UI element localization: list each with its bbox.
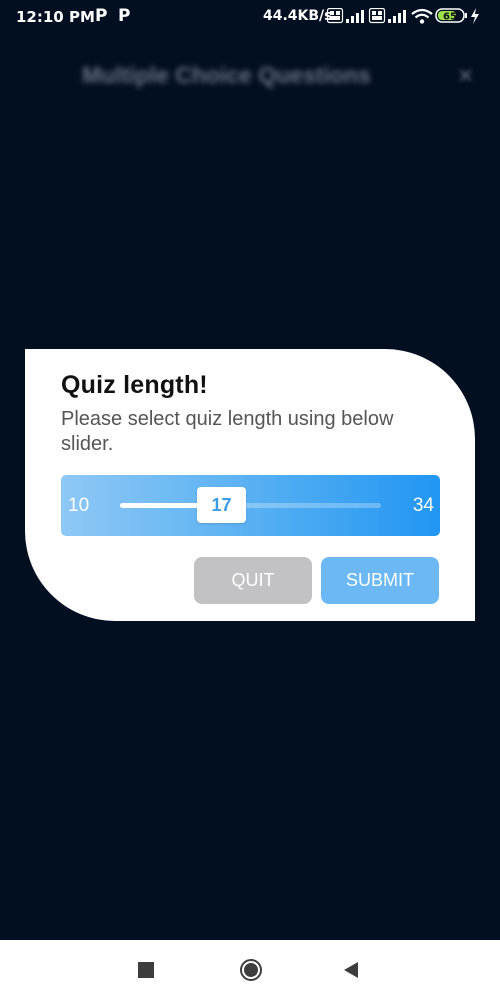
charging-icon: [471, 8, 479, 24]
quiz-length-dialog: Quiz length! Please select quiz length u…: [25, 349, 475, 621]
navigation-bar: [0, 940, 500, 1000]
volte-icon: [368, 8, 386, 24]
recent-apps-icon[interactable]: [138, 962, 154, 978]
slider-min-label: 10: [68, 495, 90, 516]
back-icon[interactable]: [344, 962, 358, 978]
status-bar: 12:10 PM P P 44.4KB/s 65: [0, 0, 500, 34]
signal-icon: [388, 10, 406, 23]
slider-track[interactable]: [120, 503, 381, 508]
quit-button[interactable]: QUIT: [194, 557, 312, 604]
screen: 12:10 PM P P 44.4KB/s 65 Multiple Choice…: [0, 0, 500, 1000]
home-icon[interactable]: [240, 959, 262, 981]
slider-max-label: 34: [412, 495, 434, 516]
signal-icon: [346, 10, 364, 23]
battery-level: 65: [443, 12, 457, 23]
close-icon: ×: [458, 60, 474, 90]
quiz-length-slider[interactable]: 10 17 34: [61, 475, 440, 536]
status-time: 12:10 PM: [16, 8, 95, 26]
battery-icon: 65: [435, 8, 467, 23]
submit-button[interactable]: SUBMIT: [321, 557, 439, 604]
wifi-icon: [411, 8, 433, 24]
dialog-title: Quiz length!: [61, 371, 208, 399]
volte-icon: [327, 8, 344, 24]
dialog-message: Please select quiz length using below sl…: [61, 408, 394, 455]
background-title: Multiple Choice Questions: [82, 62, 371, 88]
slider-thumb[interactable]: 17: [197, 487, 246, 523]
notification-p-icon: P: [95, 6, 108, 26]
notification-p-icon: P: [118, 6, 131, 26]
status-icons: 65: [327, 7, 481, 25]
network-speed: 44.4KB/s: [263, 8, 333, 24]
